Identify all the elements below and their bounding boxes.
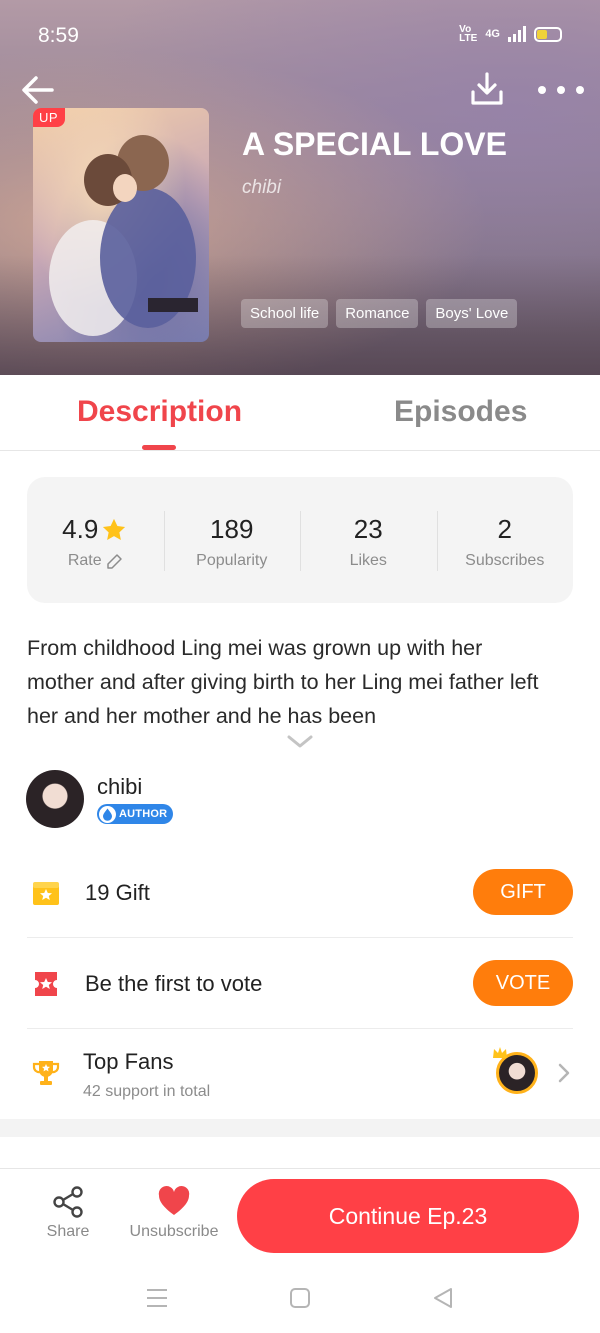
stat-value: 4.9: [62, 514, 128, 545]
chevron-down-icon[interactable]: [286, 734, 314, 750]
network-type: 4G: [485, 27, 500, 40]
back-triangle-icon[interactable]: [431, 1286, 455, 1310]
author-badge-label: AUTHOR: [119, 808, 168, 820]
top-fans-total: 42 support in total: [83, 1083, 211, 1100]
tag[interactable]: Boys' Love: [426, 299, 518, 328]
unsubscribe-label: Unsubscribe: [129, 1223, 219, 1240]
gift-button[interactable]: GIFT: [473, 869, 573, 915]
system-nav-bar: [0, 1264, 600, 1333]
status-bar: 8:59 Vo LTE 4G: [0, 0, 600, 72]
cover-illustration: [49, 135, 198, 336]
status-icons: Vo LTE 4G: [459, 25, 562, 44]
author-badge: AUTHOR: [97, 804, 174, 824]
popularity-value: 189: [210, 514, 254, 544]
tag[interactable]: Romance: [336, 299, 419, 328]
vote-label: Be the first to vote: [85, 971, 263, 996]
rate-label: Rate: [67, 552, 102, 569]
tab-description[interactable]: Description: [77, 395, 242, 429]
subscribes-label: Subscribes: [465, 552, 545, 569]
top-fans-label: Top Fans: [83, 1049, 174, 1074]
book-author[interactable]: chibi: [242, 177, 281, 199]
stat-subscribes: 2 Subscribes: [436, 477, 574, 603]
battery-icon: [534, 26, 562, 42]
likes-label: Likes: [349, 552, 387, 569]
more-horizontal-icon[interactable]: [538, 78, 584, 102]
continue-reading-button[interactable]: Continue Ep.23: [237, 1179, 579, 1253]
menu-icon[interactable]: [145, 1286, 169, 1310]
author-avatar[interactable]: [26, 770, 84, 828]
up-badge: UP: [33, 108, 66, 127]
home-icon[interactable]: [288, 1286, 312, 1310]
heart-icon: [158, 1186, 190, 1215]
section-divider: [0, 1119, 600, 1137]
likes-value: 23: [353, 514, 383, 544]
tab-indicator: [142, 445, 176, 450]
ticket-icon: [35, 972, 57, 996]
stat-popularity: 189 Popularity: [163, 477, 301, 603]
status-time: 8:59: [38, 24, 79, 47]
gift-icon: [33, 882, 59, 905]
bottom-action-bar: Share Unsubscribe Continue Ep.23: [0, 1168, 600, 1264]
share-label: Share: [46, 1223, 90, 1240]
vote-button[interactable]: VOTE: [473, 960, 573, 1006]
popularity-label: Popularity: [196, 552, 268, 569]
gift-row: 19 Gift GIFT: [27, 846, 573, 938]
book-title: A SPECIAL LOVE: [242, 126, 507, 162]
tab-bar: Description Episodes: [0, 375, 600, 451]
edit-icon[interactable]: [106, 553, 123, 570]
top-fans-row[interactable]: Top Fans 42 support in total: [27, 1029, 573, 1119]
genre-tags: School life Romance Boys' Love: [241, 299, 518, 328]
star-icon: [103, 518, 126, 540]
book-header: 8:59 Vo LTE 4G UP A SPECIAL LOVE chibi S…: [0, 0, 600, 375]
vote-row: Be the first to vote VOTE: [27, 938, 573, 1029]
stat-likes: 23 Likes: [300, 477, 437, 603]
stats-card: 4.9 Rate 189 Popularity 23 Likes 2 Subsc…: [27, 477, 573, 603]
author-badge-icon: [99, 805, 116, 823]
download-icon[interactable]: [468, 70, 506, 108]
stat-rate[interactable]: 4.9 Rate: [27, 477, 164, 603]
signal-icon: [508, 26, 526, 42]
book-cover[interactable]: [33, 108, 209, 342]
tag[interactable]: School life: [241, 299, 329, 328]
share-button[interactable]: Share: [40, 1185, 96, 1241]
chevron-right-icon[interactable]: [557, 1062, 571, 1084]
trophy-icon: [32, 1061, 60, 1085]
share-icon: [53, 1186, 83, 1218]
crown-icon: [493, 1047, 507, 1058]
synopsis-text: From childhood Ling mei was grown up wit…: [27, 636, 539, 728]
stat-label: Rate: [27, 552, 164, 570]
tab-episodes[interactable]: Episodes: [394, 395, 527, 429]
subscribes-value: 2: [497, 514, 512, 544]
rate-value: 4.9: [62, 514, 99, 544]
author-name[interactable]: chibi: [97, 774, 142, 800]
gift-count: 19 Gift: [85, 880, 150, 905]
unsubscribe-button[interactable]: Unsubscribe: [125, 1185, 223, 1241]
arrow-left-icon[interactable]: [18, 70, 58, 110]
volte-label-bottom: LTE: [459, 33, 478, 44]
volte-indicator: Vo LTE: [459, 25, 478, 44]
